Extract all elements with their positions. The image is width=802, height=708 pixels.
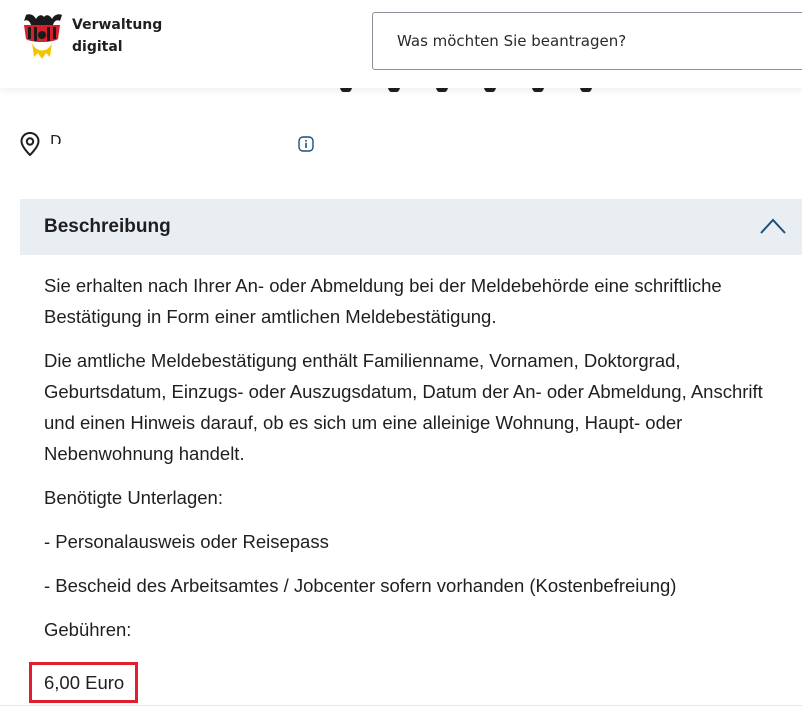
chevron-up-icon[interactable] xyxy=(760,217,786,235)
location-pin-icon xyxy=(20,132,40,156)
divider xyxy=(0,705,802,706)
info-icon[interactable] xyxy=(298,136,314,152)
description-paragraph-2: Die amtliche Meldebestätigung enthält Fa… xyxy=(44,350,763,464)
accordion-content: Sie erhalten nach Ihrer An- oder Abmeldu… xyxy=(44,270,784,658)
brand-name[interactable]: Verwaltung digital xyxy=(72,14,162,58)
location-row: D xyxy=(18,128,358,160)
accordion-header-beschreibung[interactable]: Beschreibung xyxy=(20,199,802,255)
brand-line-2: digital xyxy=(72,39,123,55)
search-input[interactable]: Was möchten Sie beantragen? xyxy=(372,12,802,70)
eagle-icon[interactable] xyxy=(18,13,66,71)
site-header: Verwaltung digital Was möchten Sie beant… xyxy=(0,0,802,88)
description-paragraph-1: Sie erhalten nach Ihrer An- oder Abmeldu… xyxy=(44,275,722,327)
search-placeholder: Was möchten Sie beantragen? xyxy=(397,32,627,50)
fee-amount-highlight: 6,00 Euro xyxy=(29,662,138,703)
location-text: D xyxy=(50,132,68,144)
accordion-title: Beschreibung xyxy=(44,216,171,237)
fee-amount: 6,00 Euro xyxy=(44,671,125,693)
brand-line-1: Verwaltung xyxy=(72,17,163,33)
document-item-2: - Bescheid des Arbeitsamtes / Jobcenter … xyxy=(44,575,677,596)
documents-heading: Benötigte Unterlagen: xyxy=(44,487,223,508)
fees-heading: Gebühren: xyxy=(44,619,132,640)
document-item-1: - Personalausweis oder Reisepass xyxy=(44,531,329,552)
